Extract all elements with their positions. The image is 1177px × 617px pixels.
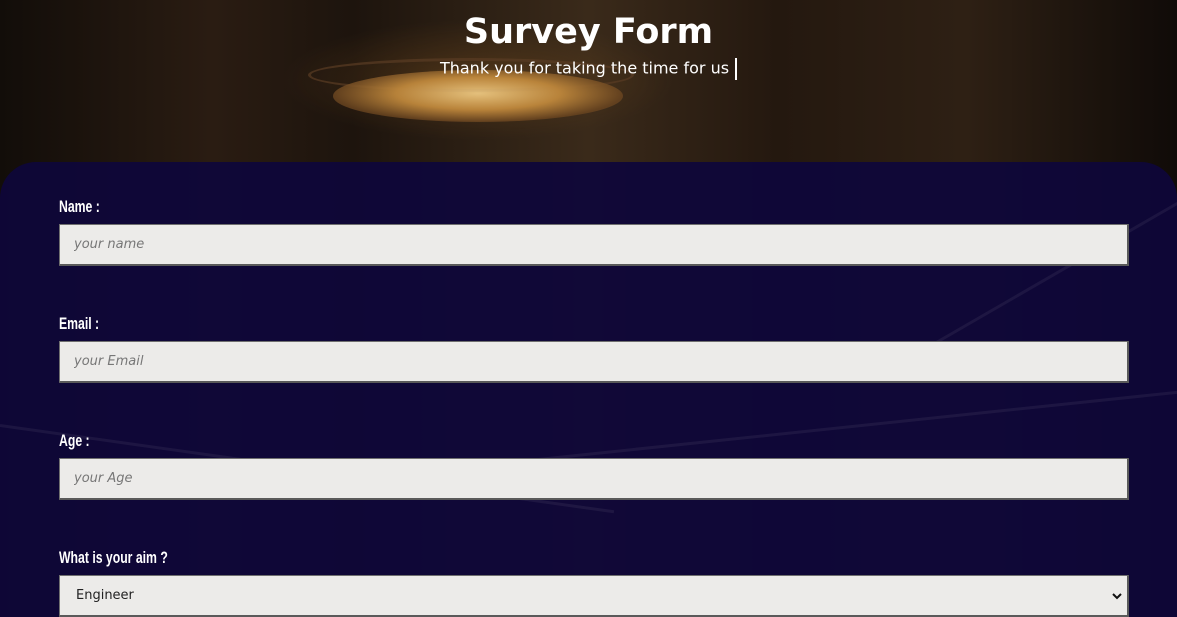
chevron-down-icon[interactable] [1112,591,1122,601]
age-label: Age : [59,431,90,450]
background-streak [499,388,1177,465]
page-header: Survey Form Thank you for taking the tim… [0,0,1177,162]
name-input[interactable] [59,224,1129,266]
aim-label: What is your aim ? [59,548,168,567]
aim-select-value: Engineer [76,588,134,603]
email-input[interactable] [59,341,1129,383]
page-subtitle-container: Thank you for taking the time for us [0,58,1177,80]
typing-cursor [735,58,738,80]
survey-form: Name : Email : Age : What is your aim ? … [0,162,1177,617]
email-label: Email : [59,314,100,333]
page-subtitle: Thank you for taking the time for us [439,58,730,78]
name-label: Name : [59,197,100,216]
aim-select[interactable]: Engineer [59,575,1129,617]
age-input[interactable] [59,458,1129,500]
page-title: Survey Form [463,12,714,52]
